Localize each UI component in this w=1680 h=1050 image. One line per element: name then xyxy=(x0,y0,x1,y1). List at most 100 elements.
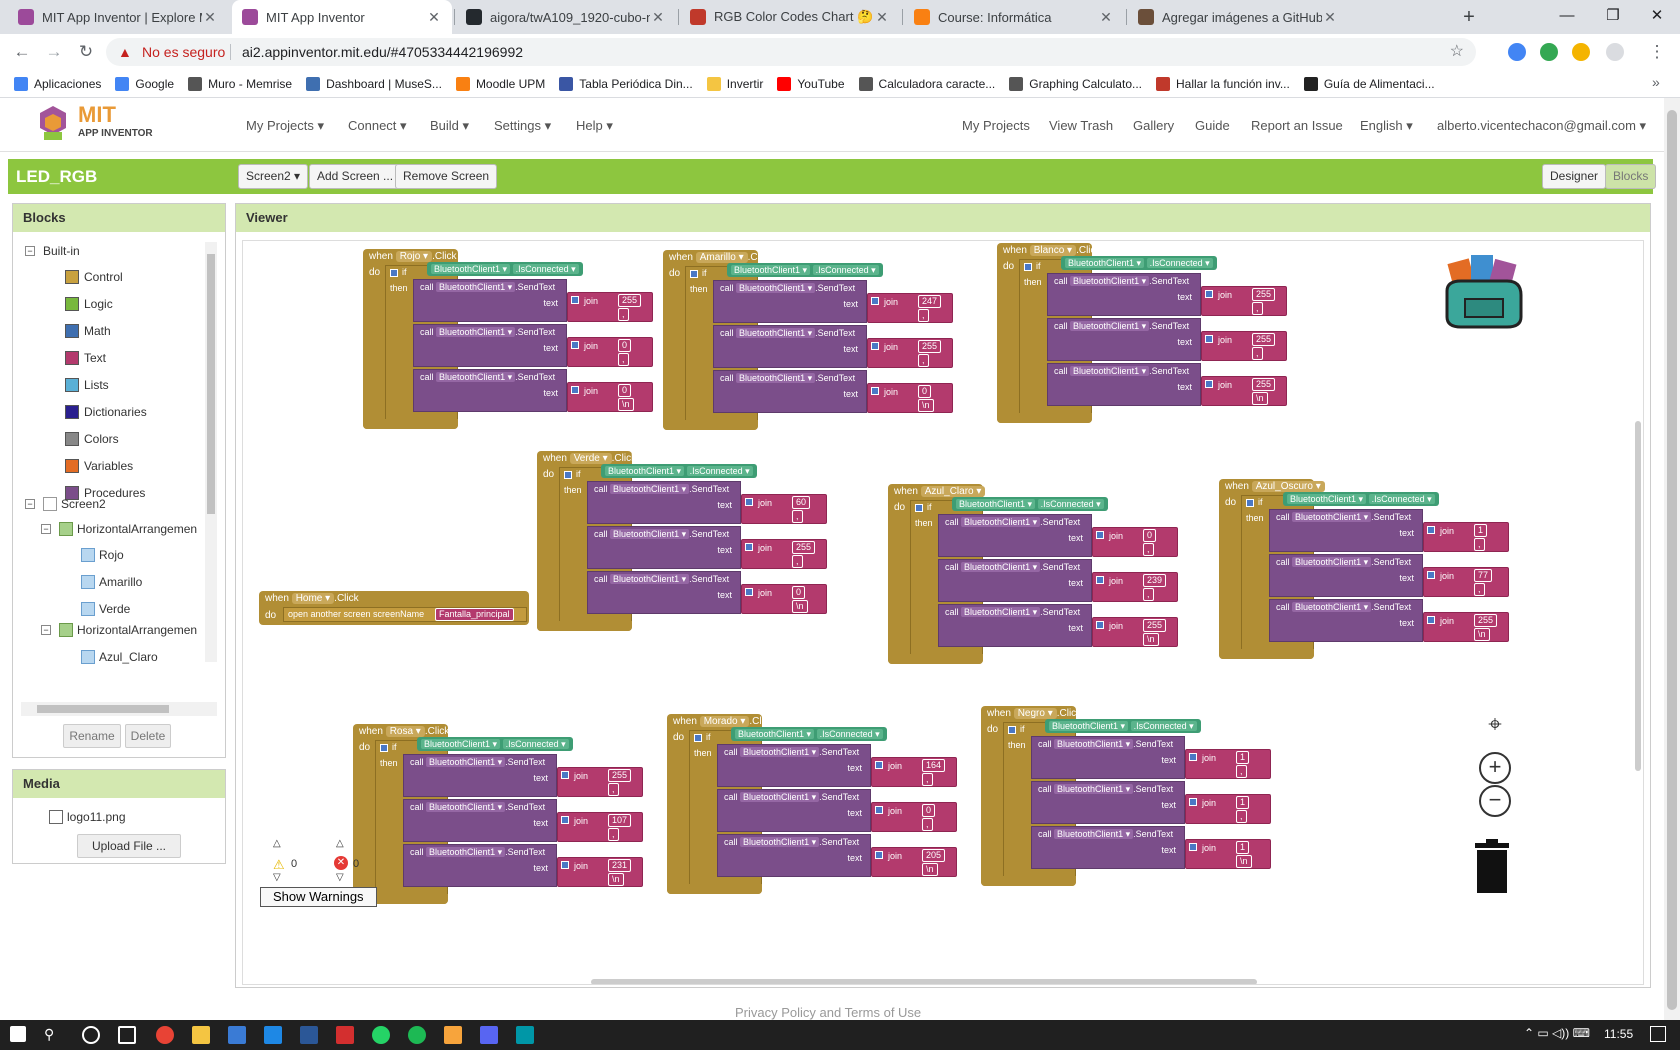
error-prev-icon[interactable]: △ xyxy=(336,838,344,849)
string-separator[interactable]: , xyxy=(608,828,619,841)
tree-horizontal-scrollbar[interactable] xyxy=(21,702,217,716)
bookmark-item[interactable]: Invertir xyxy=(706,76,763,91)
builtin-category[interactable]: Control xyxy=(65,270,123,284)
bookmark-item[interactable]: Aplicaciones xyxy=(14,76,101,91)
join-block[interactable]: join 0, xyxy=(871,802,957,832)
send-text-call[interactable]: call BluetoothClient1 ▾ .SendText text xyxy=(713,370,867,413)
call-component-dropdown[interactable]: BluetoothClient1 ▾ xyxy=(1292,512,1372,522)
join-mutator-icon[interactable] xyxy=(561,816,569,824)
join-mutator-icon[interactable] xyxy=(1205,335,1213,343)
button-click-handler[interactable]: when Morado ▾ .Click do if then BluetoothClie… xyxy=(667,714,957,894)
string-separator[interactable]: , xyxy=(618,308,629,321)
string-separator[interactable]: \n xyxy=(608,873,624,886)
string-separator[interactable]: , xyxy=(922,773,933,786)
designer-button[interactable]: Designer xyxy=(1542,164,1607,189)
acrobat-icon[interactable] xyxy=(336,1026,354,1044)
back-icon[interactable]: ← xyxy=(10,40,34,64)
join-mutator-icon[interactable] xyxy=(561,861,569,869)
spotify-icon[interactable] xyxy=(408,1026,426,1044)
call-component-dropdown[interactable]: BluetoothClient1 ▾ xyxy=(426,757,506,767)
add-screen-button[interactable]: Add Screen ... xyxy=(309,164,402,189)
string-value[interactable]: 1 xyxy=(1236,796,1250,809)
is-connected-property[interactable]: .IsConnected ▾ xyxy=(686,466,753,476)
whatsapp-icon[interactable] xyxy=(372,1026,390,1044)
component-dropdown[interactable]: Rosa ▾ xyxy=(385,726,425,737)
button-click-handler[interactable]: when Amarillo ▾ .Click do if then BluetoothCl… xyxy=(663,250,953,430)
builtin-category[interactable]: Math xyxy=(65,324,111,338)
bookmark-item[interactable]: Graphing Calculato... xyxy=(1009,76,1142,91)
is-connected-condition[interactable]: BluetoothClient1 ▾ .IsConnected ▾ xyxy=(1283,492,1439,506)
string-separator[interactable]: \n xyxy=(1252,392,1268,405)
join-block[interactable]: join 255 \n xyxy=(1092,617,1178,647)
extension-grammarly-icon[interactable] xyxy=(1540,43,1558,61)
string-separator[interactable]: , xyxy=(792,555,803,568)
string-separator[interactable]: , xyxy=(1252,302,1263,315)
trash-icon[interactable] xyxy=(1473,839,1511,895)
send-text-call[interactable]: call BluetoothClient1 ▾ .SendText text xyxy=(403,754,557,797)
extension-cloud-icon[interactable] xyxy=(1508,43,1526,61)
component-dropdown[interactable]: Rojo ▾ xyxy=(395,251,433,262)
collapse-toggle-icon[interactable]: − xyxy=(25,246,35,256)
join-block[interactable]: join 0 \n xyxy=(741,584,827,614)
bookmark-item[interactable]: Tabla Periódica Din... xyxy=(559,76,693,91)
string-separator[interactable]: \n xyxy=(618,398,634,411)
send-text-call[interactable]: call BluetoothClient1 ▾ .SendText text xyxy=(1031,781,1185,824)
tree-screen[interactable]: Screen2 xyxy=(61,497,106,511)
join-block[interactable]: join 1, xyxy=(1185,749,1271,779)
is-connected-condition[interactable]: BluetoothClient1 ▾ .IsConnected ▾ xyxy=(1061,256,1217,270)
is-connected-condition[interactable]: BluetoothClient1 ▾ .IsConnected ▾ xyxy=(417,737,573,751)
top-menu-item[interactable]: View Trash xyxy=(1049,118,1113,133)
send-text-call[interactable]: call BluetoothClient1 ▾ .SendText text xyxy=(717,744,871,787)
is-connected-condition[interactable]: BluetoothClient1 ▾ .IsConnected ▾ xyxy=(727,263,883,277)
string-separator[interactable]: , xyxy=(1236,810,1247,823)
button-click-handler[interactable]: when Negro ▾ .Click do if then BluetoothClien… xyxy=(981,706,1271,886)
extension-pen-icon[interactable] xyxy=(1572,43,1590,61)
url-text[interactable]: ai2.appinventor.mit.edu/#470533444219699… xyxy=(242,38,523,66)
condition-component-dropdown[interactable]: BluetoothClient1 ▾ xyxy=(1065,258,1145,268)
delete-button[interactable]: Delete xyxy=(125,724,171,748)
string-value[interactable]: 1 xyxy=(1474,524,1488,537)
join-block[interactable]: join 247, xyxy=(867,293,953,323)
string-value[interactable]: 255 xyxy=(1252,333,1276,346)
string-value[interactable]: 164 xyxy=(922,759,946,772)
is-connected-condition[interactable]: BluetoothClient1 ▾ .IsConnected ▾ xyxy=(952,497,1108,511)
mutator-icon[interactable] xyxy=(390,269,398,277)
call-component-dropdown[interactable]: BluetoothClient1 ▾ xyxy=(426,802,506,812)
send-text-call[interactable]: call BluetoothClient1 ▾ .SendText text xyxy=(413,324,567,367)
call-component-dropdown[interactable]: BluetoothClient1 ▾ xyxy=(610,484,690,494)
send-text-call[interactable]: call BluetoothClient1 ▾ .SendText text xyxy=(717,789,871,832)
call-component-dropdown[interactable]: BluetoothClient1 ▾ xyxy=(1054,784,1134,794)
string-value[interactable]: 77 xyxy=(1474,569,1493,582)
join-mutator-icon[interactable] xyxy=(1427,571,1435,579)
send-text-call[interactable]: call BluetoothClient1 ▾ .SendText text xyxy=(717,834,871,877)
notifications-icon[interactable] xyxy=(1650,1026,1666,1042)
condition-component-dropdown[interactable]: BluetoothClient1 ▾ xyxy=(1287,494,1367,504)
string-separator[interactable]: , xyxy=(1252,347,1263,360)
reload-icon[interactable]: ↻ xyxy=(74,40,98,64)
call-component-dropdown[interactable]: BluetoothClient1 ▾ xyxy=(740,837,820,847)
string-separator[interactable]: , xyxy=(1143,588,1154,601)
call-component-dropdown[interactable]: BluetoothClient1 ▾ xyxy=(736,283,816,293)
warning-prev-icon[interactable]: △ xyxy=(273,838,281,849)
is-connected-property[interactable]: .IsConnected ▾ xyxy=(512,264,579,274)
builtin-category[interactable]: Logic xyxy=(65,297,113,311)
builtin-category[interactable]: Dictionaries xyxy=(65,405,147,419)
main-menu-item[interactable]: Settings ▾ xyxy=(494,118,551,134)
string-separator[interactable]: , xyxy=(918,354,929,367)
remove-screen-button[interactable]: Remove Screen xyxy=(395,164,498,189)
call-component-dropdown[interactable]: BluetoothClient1 ▾ xyxy=(1054,829,1134,839)
call-component-dropdown[interactable]: BluetoothClient1 ▾ xyxy=(740,747,820,757)
string-value[interactable]: 0 xyxy=(1143,529,1157,542)
close-window-button[interactable]: ✕ xyxy=(1634,0,1680,34)
component-dropdown[interactable]: Morado ▾ xyxy=(699,716,750,727)
upload-file-button[interactable]: Upload File ... xyxy=(77,834,181,858)
mutator-icon[interactable] xyxy=(694,734,702,742)
string-value[interactable]: 255 xyxy=(1252,288,1276,301)
is-connected-property[interactable]: .IsConnected ▾ xyxy=(812,265,879,275)
join-block[interactable]: join 205 \n xyxy=(871,847,957,877)
component-item[interactable]: Rojo xyxy=(81,548,124,562)
join-mutator-icon[interactable] xyxy=(1427,526,1435,534)
button-click-handler[interactable]: when Blanco ▾ .Click do if then BluetoothClie… xyxy=(997,243,1287,423)
join-mutator-icon[interactable] xyxy=(871,387,879,395)
windows-start-icon[interactable] xyxy=(10,1026,26,1042)
